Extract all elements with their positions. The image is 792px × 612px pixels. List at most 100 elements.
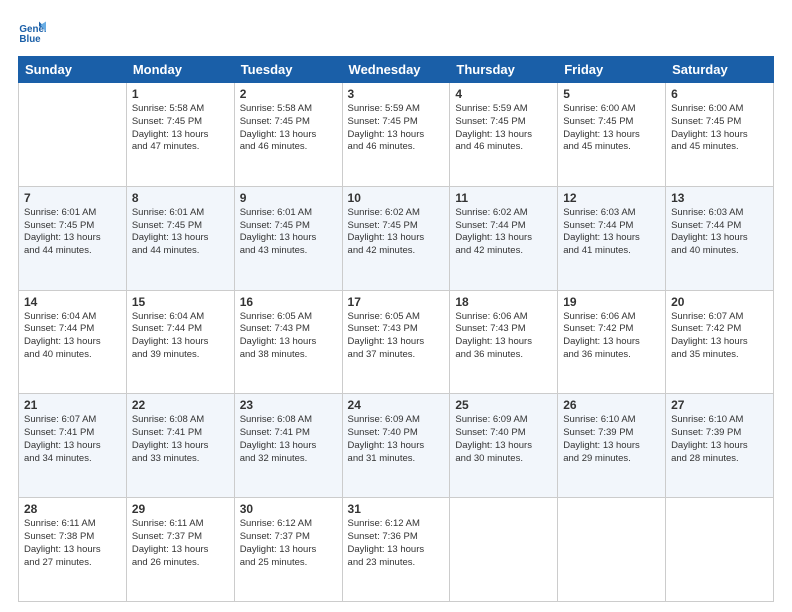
day-number: 6 [671,87,768,101]
day-info: Sunrise: 5:58 AM Sunset: 7:45 PM Dayligh… [240,103,337,154]
calendar-cell [450,498,558,602]
calendar-week-row: 14 Sunrise: 6:04 AM Sunset: 7:44 PM Dayli… [19,290,774,394]
day-info: Sunrise: 6:05 AM Sunset: 7:43 PM Dayligh… [348,311,445,362]
day-number: 1 [132,87,229,101]
day-info: Sunrise: 6:12 AM Sunset: 7:36 PM Dayligh… [348,518,445,569]
day-info: Sunrise: 6:06 AM Sunset: 7:42 PM Dayligh… [563,311,660,362]
calendar-week-row: 7 Sunrise: 6:01 AM Sunset: 7:45 PM Daylig… [19,186,774,290]
day-info: Sunrise: 6:09 AM Sunset: 7:40 PM Dayligh… [348,414,445,465]
day-info: Sunrise: 6:01 AM Sunset: 7:45 PM Dayligh… [24,207,121,258]
day-number: 28 [24,502,121,516]
calendar-cell: 19 Sunrise: 6:06 AM Sunset: 7:42 PM Dayli… [558,290,666,394]
calendar-cell: 10 Sunrise: 6:02 AM Sunset: 7:45 PM Dayli… [342,186,450,290]
day-number: 18 [455,295,552,309]
day-number: 16 [240,295,337,309]
day-info: Sunrise: 6:08 AM Sunset: 7:41 PM Dayligh… [132,414,229,465]
logo: General Blue [18,18,50,46]
calendar-header-sunday: Sunday [19,57,127,83]
day-number: 25 [455,398,552,412]
calendar-cell: 6 Sunrise: 6:00 AM Sunset: 7:45 PM Daylig… [666,83,774,187]
calendar-cell: 27Sunrise: 6:10 AM Sunset: 7:39 PM Dayli… [666,394,774,498]
calendar-cell: 2 Sunrise: 5:58 AM Sunset: 7:45 PM Daylig… [234,83,342,187]
day-info: Sunrise: 6:10 AM Sunset: 7:39 PM Dayligh… [671,414,768,465]
day-number: 3 [348,87,445,101]
calendar-cell [19,83,127,187]
day-info: Sunrise: 6:03 AM Sunset: 7:44 PM Dayligh… [563,207,660,258]
day-info: Sunrise: 6:10 AM Sunset: 7:39 PM Dayligh… [563,414,660,465]
svg-text:Blue: Blue [19,34,41,45]
day-info: Sunrise: 6:05 AM Sunset: 7:43 PM Dayligh… [240,311,337,362]
calendar-cell: 23 Sunrise: 6:08 AM Sunset: 7:41 PM Dayli… [234,394,342,498]
calendar-header-monday: Monday [126,57,234,83]
day-number: 20 [671,295,768,309]
day-info: Sunrise: 6:12 AM Sunset: 7:37 PM Dayligh… [240,518,337,569]
day-info: Sunrise: 6:04 AM Sunset: 7:44 PM Dayligh… [132,311,229,362]
page: General Blue SundayMondayTuesdayWednesda… [0,0,792,612]
day-info: Sunrise: 6:07 AM Sunset: 7:42 PM Dayligh… [671,311,768,362]
day-number: 13 [671,191,768,205]
logo-icon: General Blue [18,18,46,46]
calendar-header-saturday: Saturday [666,57,774,83]
day-number: 30 [240,502,337,516]
calendar-body: 1 Sunrise: 5:58 AM Sunset: 7:45 PM Daylig… [19,83,774,602]
calendar-cell: 18 Sunrise: 6:06 AM Sunset: 7:43 PM Dayli… [450,290,558,394]
day-number: 17 [348,295,445,309]
day-info: Sunrise: 6:01 AM Sunset: 7:45 PM Dayligh… [240,207,337,258]
day-info: Sunrise: 6:04 AM Sunset: 7:44 PM Dayligh… [24,311,121,362]
calendar-cell: 13 Sunrise: 6:03 AM Sunset: 7:44 PM Dayli… [666,186,774,290]
day-info: Sunrise: 6:06 AM Sunset: 7:43 PM Dayligh… [455,311,552,362]
calendar-cell: 15 Sunrise: 6:04 AM Sunset: 7:44 PM Dayli… [126,290,234,394]
day-info: Sunrise: 5:59 AM Sunset: 7:45 PM Dayligh… [348,103,445,154]
calendar-cell: 14 Sunrise: 6:04 AM Sunset: 7:44 PM Dayli… [19,290,127,394]
calendar-week-row: 28 Sunrise: 6:11 AM Sunset: 7:38 PM Dayli… [19,498,774,602]
calendar-cell: 3 Sunrise: 5:59 AM Sunset: 7:45 PM Daylig… [342,83,450,187]
calendar-header-friday: Friday [558,57,666,83]
calendar-cell [558,498,666,602]
calendar-cell: 25 Sunrise: 6:09 AM Sunset: 7:40 PM Dayli… [450,394,558,498]
day-number: 10 [348,191,445,205]
header: General Blue [18,18,774,46]
calendar-week-row: 1 Sunrise: 5:58 AM Sunset: 7:45 PM Daylig… [19,83,774,187]
day-number: 22 [132,398,229,412]
day-number: 2 [240,87,337,101]
calendar-cell: 29 Sunrise: 6:11 AM Sunset: 7:37 PM Dayli… [126,498,234,602]
day-info: Sunrise: 6:03 AM Sunset: 7:44 PM Dayligh… [671,207,768,258]
day-number: 19 [563,295,660,309]
day-info: Sunrise: 6:11 AM Sunset: 7:38 PM Dayligh… [24,518,121,569]
day-number: 21 [24,398,121,412]
day-info: Sunrise: 6:00 AM Sunset: 7:45 PM Dayligh… [563,103,660,154]
day-number: 5 [563,87,660,101]
day-number: 8 [132,191,229,205]
day-info: Sunrise: 6:02 AM Sunset: 7:45 PM Dayligh… [348,207,445,258]
calendar-cell: 5 Sunrise: 6:00 AM Sunset: 7:45 PM Daylig… [558,83,666,187]
calendar-table: SundayMondayTuesdayWednesdayThursdayFrid… [18,56,774,602]
day-number: 29 [132,502,229,516]
day-info: Sunrise: 5:59 AM Sunset: 7:45 PM Dayligh… [455,103,552,154]
day-info: Sunrise: 5:58 AM Sunset: 7:45 PM Dayligh… [132,103,229,154]
day-info: Sunrise: 6:00 AM Sunset: 7:45 PM Dayligh… [671,103,768,154]
calendar-cell: 24Sunrise: 6:09 AM Sunset: 7:40 PM Dayli… [342,394,450,498]
calendar-header-wednesday: Wednesday [342,57,450,83]
calendar-cell: 28 Sunrise: 6:11 AM Sunset: 7:38 PM Dayli… [19,498,127,602]
calendar-header-row: SundayMondayTuesdayWednesdayThursdayFrid… [19,57,774,83]
calendar-header-tuesday: Tuesday [234,57,342,83]
day-number: 31 [348,502,445,516]
day-number: 15 [132,295,229,309]
day-info: Sunrise: 6:11 AM Sunset: 7:37 PM Dayligh… [132,518,229,569]
calendar-cell: 12Sunrise: 6:03 AM Sunset: 7:44 PM Dayli… [558,186,666,290]
day-info: Sunrise: 6:09 AM Sunset: 7:40 PM Dayligh… [455,414,552,465]
day-info: Sunrise: 6:01 AM Sunset: 7:45 PM Dayligh… [132,207,229,258]
day-number: 11 [455,191,552,205]
day-info: Sunrise: 6:02 AM Sunset: 7:44 PM Dayligh… [455,207,552,258]
calendar-cell: 30 Sunrise: 6:12 AM Sunset: 7:37 PM Dayli… [234,498,342,602]
day-number: 7 [24,191,121,205]
calendar-cell: 11 Sunrise: 6:02 AM Sunset: 7:44 PM Dayli… [450,186,558,290]
day-number: 14 [24,295,121,309]
calendar-cell: 9Sunrise: 6:01 AM Sunset: 7:45 PM Daylig… [234,186,342,290]
day-number: 23 [240,398,337,412]
calendar-cell: 31 Sunrise: 6:12 AM Sunset: 7:36 PM Dayli… [342,498,450,602]
calendar-header-thursday: Thursday [450,57,558,83]
day-number: 4 [455,87,552,101]
day-info: Sunrise: 6:08 AM Sunset: 7:41 PM Dayligh… [240,414,337,465]
calendar-week-row: 21Sunrise: 6:07 AM Sunset: 7:41 PM Dayli… [19,394,774,498]
